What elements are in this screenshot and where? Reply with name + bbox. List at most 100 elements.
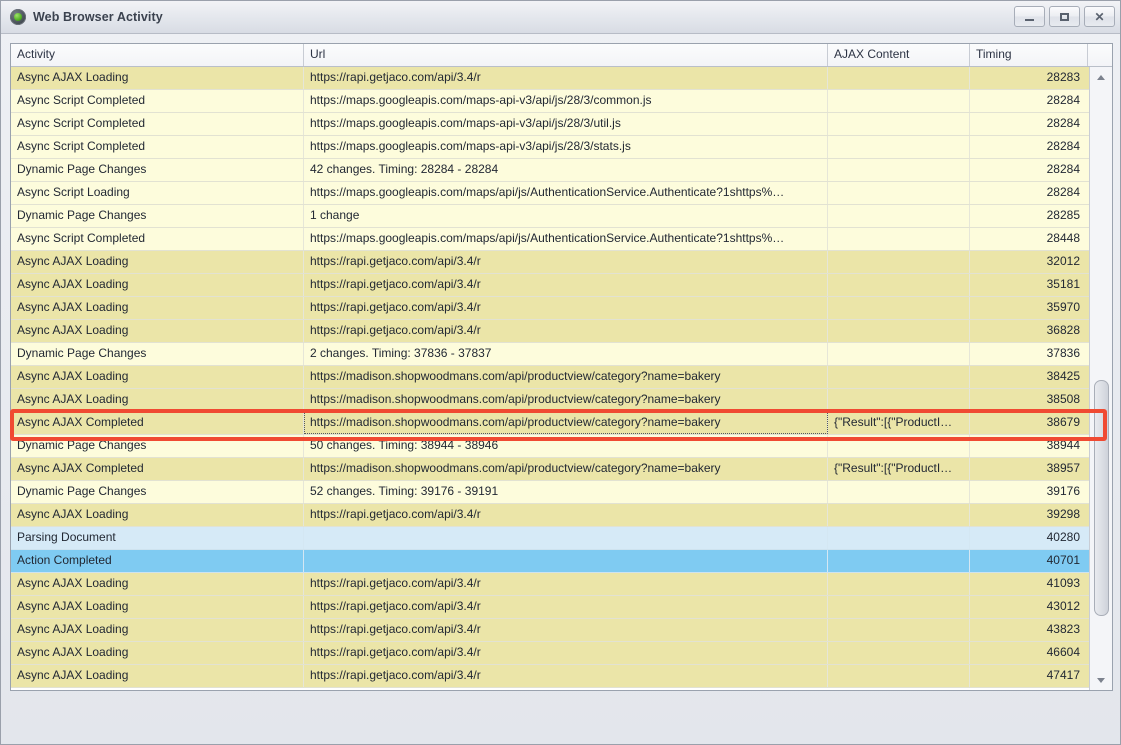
table-row[interactable]: Async AJAX Completedhttps://madison.shop… xyxy=(11,412,1090,435)
cell-url: https://rapi.getjaco.com/api/3.4/r xyxy=(304,619,828,641)
maximize-icon xyxy=(1060,13,1069,21)
table-row[interactable]: Async Script Completedhttps://maps.googl… xyxy=(11,113,1090,136)
cell-activity: Parsing Document xyxy=(11,527,304,549)
table-header-row: Activity Url AJAX Content Timing xyxy=(11,44,1112,67)
cell-url: https://rapi.getjaco.com/api/3.4/r xyxy=(304,251,828,273)
cell-ajax-content xyxy=(828,343,970,365)
vertical-scrollbar[interactable] xyxy=(1089,67,1112,691)
cell-timing: 38425 xyxy=(970,366,1088,388)
cell-timing: 28284 xyxy=(970,136,1088,158)
table-row[interactable]: Async Script Completedhttps://maps.googl… xyxy=(11,228,1090,251)
cell-ajax-content xyxy=(828,297,970,319)
cell-ajax-content: {"Result":[{"ProductI… xyxy=(828,412,970,434)
cell-ajax-content xyxy=(828,573,970,595)
cell-activity: Dynamic Page Changes xyxy=(11,481,304,503)
cell-activity: Dynamic Page Changes xyxy=(11,159,304,181)
cell-activity: Async AJAX Loading xyxy=(11,67,304,89)
cell-activity: Async Script Loading xyxy=(11,182,304,204)
cell-ajax-content xyxy=(828,274,970,296)
cell-activity: Async AJAX Loading xyxy=(11,573,304,595)
table-scroll-viewport: Async AJAX Loadinghttps://rapi.getjaco.c… xyxy=(11,67,1113,691)
cell-url: 50 changes. Timing: 38944 - 38946 xyxy=(304,435,828,457)
cell-activity: Async AJAX Loading xyxy=(11,665,304,687)
table-row[interactable]: Dynamic Page Changes50 changes. Timing: … xyxy=(11,435,1090,458)
cell-url: https://maps.googleapis.com/maps-api-v3/… xyxy=(304,90,828,112)
scroll-up-arrow-icon[interactable] xyxy=(1090,69,1112,86)
table-row[interactable]: Async AJAX Loadinghttps://rapi.getjaco.c… xyxy=(11,274,1090,297)
vertical-scrollbar-thumb[interactable] xyxy=(1094,380,1109,616)
column-header-url[interactable]: Url xyxy=(304,44,828,66)
table-row[interactable]: Dynamic Page Changes2 changes. Timing: 3… xyxy=(11,343,1090,366)
cell-ajax-content xyxy=(828,182,970,204)
cell-ajax-content xyxy=(828,67,970,89)
cell-activity: Async AJAX Completed xyxy=(11,412,304,434)
cell-url: https://madison.shopwoodmans.com/api/pro… xyxy=(304,389,828,411)
cell-url: https://madison.shopwoodmans.com/api/pro… xyxy=(304,366,828,388)
table-row[interactable]: Async AJAX Completedhttps://madison.shop… xyxy=(11,458,1090,481)
cell-activity: Async AJAX Loading xyxy=(11,596,304,618)
cell-timing: 39176 xyxy=(970,481,1088,503)
cell-timing: 28284 xyxy=(970,159,1088,181)
cell-timing: 46604 xyxy=(970,642,1088,664)
table-row[interactable]: Dynamic Page Changes1 change28285 xyxy=(11,205,1090,228)
column-header-ajax-content[interactable]: AJAX Content xyxy=(828,44,970,66)
table-row[interactable]: Async Script Completedhttps://maps.googl… xyxy=(11,90,1090,113)
cell-url: https://madison.shopwoodmans.com/api/pro… xyxy=(304,412,828,434)
table-row[interactable]: Dynamic Page Changes52 changes. Timing: … xyxy=(11,481,1090,504)
cell-timing: 28448 xyxy=(970,228,1088,250)
table-row[interactable]: Dynamic Page Changes42 changes. Timing: … xyxy=(11,159,1090,182)
cell-timing: 43823 xyxy=(970,619,1088,641)
cell-timing: 41093 xyxy=(970,573,1088,595)
column-header-timing[interactable]: Timing xyxy=(970,44,1088,66)
table-row[interactable]: Async AJAX Loadinghttps://rapi.getjaco.c… xyxy=(11,665,1090,688)
cell-url: https://rapi.getjaco.com/api/3.4/r xyxy=(304,297,828,319)
cell-url: https://maps.googleapis.com/maps-api-v3/… xyxy=(304,136,828,158)
minimize-button[interactable] xyxy=(1014,6,1045,27)
cell-url: 1 change xyxy=(304,205,828,227)
cell-timing: 38957 xyxy=(970,458,1088,480)
column-header-activity[interactable]: Activity xyxy=(11,44,304,66)
table-row[interactable]: Async AJAX Loadinghttps://madison.shopwo… xyxy=(11,366,1090,389)
cell-ajax-content xyxy=(828,251,970,273)
table-body: Async AJAX Loadinghttps://rapi.getjaco.c… xyxy=(11,67,1090,688)
table-row[interactable]: Async AJAX Loadinghttps://rapi.getjaco.c… xyxy=(11,297,1090,320)
table-row[interactable]: Async AJAX Loadinghttps://rapi.getjaco.c… xyxy=(11,320,1090,343)
maximize-button[interactable] xyxy=(1049,6,1080,27)
table-row[interactable]: Async AJAX Loadinghttps://rapi.getjaco.c… xyxy=(11,642,1090,665)
web-browser-activity-window: Web Browser Activity ✕ Activity Url AJAX… xyxy=(0,0,1121,745)
cell-activity: Async AJAX Loading xyxy=(11,642,304,664)
table-row[interactable]: Async AJAX Loadinghttps://rapi.getjaco.c… xyxy=(11,619,1090,642)
table-row[interactable]: Parsing Document 40280 xyxy=(11,527,1090,550)
cell-url: https://rapi.getjaco.com/api/3.4/r xyxy=(304,665,828,687)
table-row[interactable]: Action Completed40701 xyxy=(11,550,1090,573)
title-bar: Web Browser Activity ✕ xyxy=(1,1,1121,34)
cell-ajax-content xyxy=(828,136,970,158)
cell-activity: Async AJAX Loading xyxy=(11,389,304,411)
cell-url: 2 changes. Timing: 37836 - 37837 xyxy=(304,343,828,365)
table-row[interactable]: Async AJAX Loadinghttps://madison.shopwo… xyxy=(11,389,1090,412)
table-row[interactable]: Async Script Completedhttps://maps.googl… xyxy=(11,136,1090,159)
cell-timing: 43012 xyxy=(970,596,1088,618)
cell-url: https://rapi.getjaco.com/api/3.4/r xyxy=(304,642,828,664)
cell-activity: Async AJAX Loading xyxy=(11,619,304,641)
cell-ajax-content xyxy=(828,159,970,181)
cell-ajax-content xyxy=(828,481,970,503)
bottom-button-bar: Refresh Clear Close xyxy=(1,691,1121,744)
table-row[interactable]: Async AJAX Loadinghttps://rapi.getjaco.c… xyxy=(11,67,1090,90)
cell-url: 42 changes. Timing: 28284 - 28284 xyxy=(304,159,828,181)
cell-timing: 40701 xyxy=(970,550,1088,572)
cell-activity: Dynamic Page Changes xyxy=(11,343,304,365)
cell-timing: 40280 xyxy=(970,527,1088,549)
cell-ajax-content xyxy=(828,228,970,250)
table-row[interactable]: Async Script Loadinghttps://maps.googlea… xyxy=(11,182,1090,205)
cell-activity: Async Script Completed xyxy=(11,228,304,250)
cell-activity: Async Script Completed xyxy=(11,90,304,112)
cell-activity: Async Script Completed xyxy=(11,113,304,135)
table-row[interactable]: Async AJAX Loadinghttps://rapi.getjaco.c… xyxy=(11,251,1090,274)
close-window-button[interactable]: ✕ xyxy=(1084,6,1115,27)
table-row[interactable]: Async AJAX Loadinghttps://rapi.getjaco.c… xyxy=(11,504,1090,527)
table-row[interactable]: Async AJAX Loadinghttps://rapi.getjaco.c… xyxy=(11,573,1090,596)
cell-ajax-content xyxy=(828,527,970,549)
scroll-down-arrow-icon[interactable] xyxy=(1090,672,1112,689)
table-row[interactable]: Async AJAX Loadinghttps://rapi.getjaco.c… xyxy=(11,596,1090,619)
